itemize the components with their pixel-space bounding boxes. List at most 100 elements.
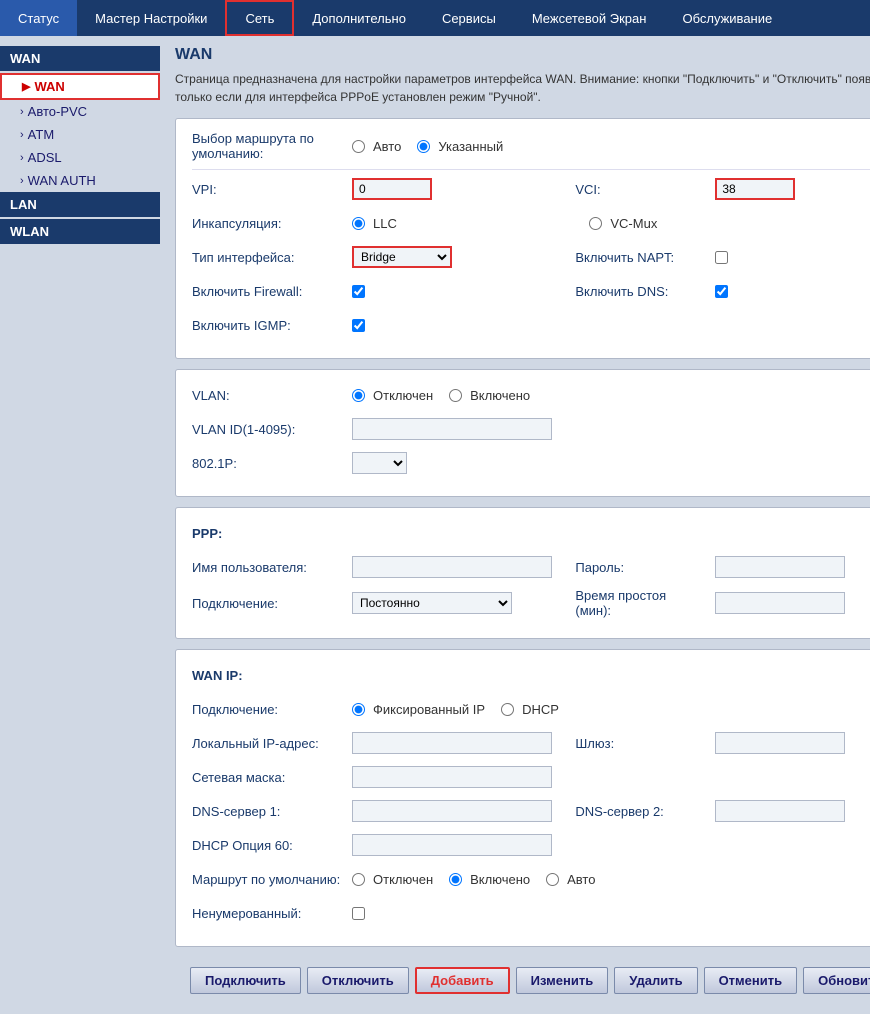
vcmux-label[interactable]: VC-Mux [575, 216, 657, 231]
nav-maintenance[interactable]: Обслуживание [664, 0, 790, 36]
nav-advanced[interactable]: Дополнительно [294, 0, 424, 36]
sidebar-item-wan[interactable]: ▶ WAN [0, 73, 160, 100]
fixed-ip-label[interactable]: Фиксированный IP [352, 702, 485, 717]
vci-label: VCI: [575, 182, 705, 197]
connection-label: Подключение: [192, 596, 352, 611]
llc-label[interactable]: LLC [352, 216, 397, 231]
routing-specified-label[interactable]: Указанный [417, 139, 503, 154]
disconnect-button[interactable]: Отключить [307, 967, 409, 994]
vlan-enabled-label[interactable]: Включено [449, 388, 530, 403]
dns-group: Включить DNS: [575, 284, 870, 299]
napt-checkbox[interactable] [715, 251, 728, 264]
vcmux-radio[interactable] [589, 217, 602, 230]
encapsulation-row: Инкапсуляция: LLC VC-Mux [192, 210, 870, 236]
default-route-radio-group: Отключен Включено Авто [352, 872, 595, 887]
gateway-input[interactable] [715, 732, 845, 754]
sidebar-section-wlan[interactable]: WLAN [0, 219, 160, 244]
sidebar-item-atm[interactable]: › ATM [0, 123, 160, 146]
igmp-row: Включить IGMP: [192, 312, 870, 338]
sidebar: WAN ▶ WAN › Авто-PVC › ATM › ADSL › WAN … [0, 36, 160, 1014]
vlan-id-value [352, 418, 870, 440]
local-ip-label: Локальный IP-адрес: [192, 736, 352, 751]
igmp-label: Включить IGMP: [192, 318, 352, 333]
firewall-checkbox[interactable] [352, 285, 365, 298]
gateway-group: Шлюз: [575, 732, 870, 754]
vlan-id-input[interactable] [352, 418, 552, 440]
subnet-mask-row: Сетевая маска: [192, 764, 870, 790]
firewall-label: Включить Firewall: [192, 284, 352, 299]
username-input[interactable] [352, 556, 552, 578]
username-value [352, 556, 575, 578]
routing-specified-radio[interactable] [417, 140, 430, 153]
unnumbered-checkbox[interactable] [352, 907, 365, 920]
card-vlan: VLAN: Отключен Включено VLAN ID(1-4095): [175, 369, 870, 497]
idle-time-input[interactable] [715, 592, 845, 614]
route-enabled-label[interactable]: Включено [449, 872, 530, 887]
vci-input[interactable] [715, 178, 795, 200]
nav-network[interactable]: Сеть [225, 0, 294, 36]
dns2-input[interactable] [715, 800, 845, 822]
arrow-icon: › [20, 152, 24, 164]
vlan-enabled-radio[interactable] [449, 389, 462, 402]
subnet-mask-input[interactable] [352, 766, 552, 788]
route-auto-radio[interactable] [546, 873, 559, 886]
connection-value: Постоянно По требованию Вручную [352, 592, 575, 614]
top-navigation: Статус Мастер Настройки Сеть Дополнитель… [0, 0, 870, 36]
cancel-button[interactable]: Отменить [704, 967, 798, 994]
route-disabled-radio[interactable] [352, 873, 365, 886]
napt-label: Включить NAPT: [575, 250, 705, 265]
route-auto-label[interactable]: Авто [546, 872, 595, 887]
wan-ip-label: WAN IP: [192, 668, 352, 683]
route-enabled-radio[interactable] [449, 873, 462, 886]
sidebar-item-auto-pvc[interactable]: › Авто-PVC [0, 100, 160, 123]
dhcp-opt60-input[interactable] [352, 834, 552, 856]
nav-status[interactable]: Статус [0, 0, 77, 36]
route-disabled-label[interactable]: Отключен [352, 872, 433, 887]
username-row: Имя пользователя: Пароль: [192, 554, 870, 580]
dot1p-select[interactable] [352, 452, 407, 474]
interface-type-label: Тип интерфейса: [192, 250, 352, 265]
routing-auto-radio[interactable] [352, 140, 365, 153]
page-description: Страница предназначена для настройки пар… [175, 70, 870, 106]
sidebar-section-wan[interactable]: WAN [0, 46, 160, 71]
dhcp-label[interactable]: DHCP [501, 702, 559, 717]
vlan-disabled-radio[interactable] [352, 389, 365, 402]
sidebar-item-wan-auth[interactable]: › WAN AUTH [0, 169, 160, 192]
nav-services[interactable]: Сервисы [424, 0, 514, 36]
bottom-bar: Подключить Отключить Добавить Изменить У… [175, 957, 870, 1004]
sidebar-section-lan[interactable]: LAN [0, 192, 160, 217]
fixed-ip-radio[interactable] [352, 703, 365, 716]
encapsulation-value: LLC [352, 216, 575, 231]
interface-type-select[interactable]: Bridge PPPoE IPoE [352, 246, 452, 268]
password-input[interactable] [715, 556, 845, 578]
llc-radio[interactable] [352, 217, 365, 230]
nav-master[interactable]: Мастер Настройки [77, 0, 225, 36]
subnet-mask-value [352, 766, 870, 788]
dot1p-label: 802.1P: [192, 456, 352, 471]
vpi-value [352, 178, 575, 200]
vpi-input[interactable] [352, 178, 432, 200]
dhcp-radio[interactable] [501, 703, 514, 716]
vci-group: VCI: [575, 178, 870, 200]
dns1-input[interactable] [352, 800, 552, 822]
connect-button[interactable]: Подключить [190, 967, 301, 994]
dhcp-opt60-label: DHCP Опция 60: [192, 838, 352, 853]
refresh-button[interactable]: Обновить [803, 967, 870, 994]
connection-select[interactable]: Постоянно По требованию Вручную [352, 592, 512, 614]
idle-time-group: Время простоя (мин): [575, 588, 870, 618]
nav-firewall[interactable]: Межсетевой Экран [514, 0, 665, 36]
local-ip-input[interactable] [352, 732, 552, 754]
ppp-header-row: PPP: [192, 520, 870, 546]
sidebar-item-adsl[interactable]: › ADSL [0, 146, 160, 169]
add-button[interactable]: Добавить [415, 967, 510, 994]
connection-row: Подключение: Постоянно По требованию Вру… [192, 588, 870, 618]
delete-button[interactable]: Удалить [614, 967, 697, 994]
routing-auto-label[interactable]: Авто [352, 139, 401, 154]
change-button[interactable]: Изменить [516, 967, 609, 994]
vlan-disabled-label[interactable]: Отключен [352, 388, 433, 403]
igmp-checkbox[interactable] [352, 319, 365, 332]
card-wan-ip: WAN IP: Подключение: Фиксированный IP DH… [175, 649, 870, 947]
main-content: WAN Страница предназначена для настройки… [160, 36, 870, 1014]
dns-enable-checkbox[interactable] [715, 285, 728, 298]
local-ip-row: Локальный IP-адрес: Шлюз: [192, 730, 870, 756]
